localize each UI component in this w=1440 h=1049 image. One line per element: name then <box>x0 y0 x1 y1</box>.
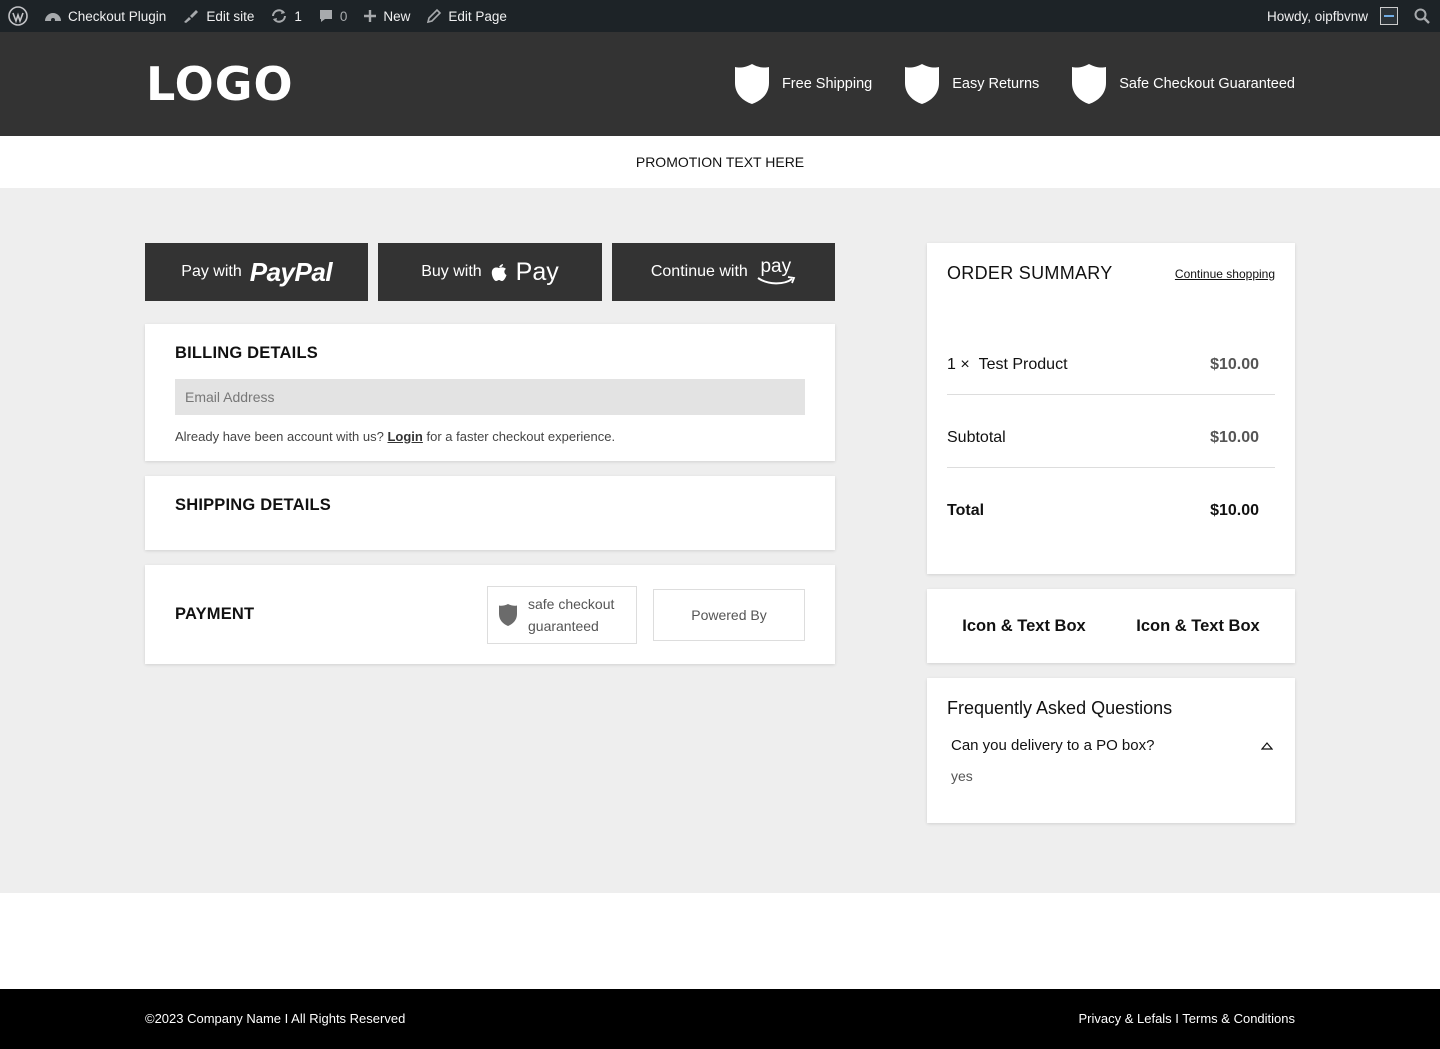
item-name: Test Product <box>978 356 1068 373</box>
item-price: $10.00 <box>1210 356 1259 373</box>
paypal-button[interactable]: Pay with PayPal <box>145 243 369 301</box>
my-account-menu[interactable]: Howdy, oipfbvnw <box>1259 0 1406 32</box>
billing-details-card: BILLING DETAILS Already have been accoun… <box>145 324 835 461</box>
total-label: Total <box>947 502 985 519</box>
shield-icon <box>499 603 517 626</box>
updates-menu[interactable]: 1 <box>262 0 310 32</box>
icon-text-box-2: Icon & Text Box <box>1136 616 1260 635</box>
login-note-before: Already have been account with us? <box>175 429 384 444</box>
updates-icon <box>272 9 287 23</box>
order-summary-card: ORDER SUMMARY Continue shopping 1 × Test… <box>927 243 1295 574</box>
cart-line-item: 1 × Test Product $10.00 <box>947 356 1275 395</box>
feature-safe-checkout: Safe Checkout Guaranteed <box>1071 63 1295 105</box>
feature-label: Easy Returns <box>952 76 1040 92</box>
paypal-logo: PayPal <box>249 256 333 287</box>
admin-bar: Checkout Plugin Edit site 1 0 New Edit P… <box>0 0 1440 32</box>
apple-pay-prefix: Buy with <box>421 263 482 280</box>
shipping-details-card: SHIPPING DETAILS <box>145 476 835 550</box>
express-checkout: Pay with PayPal Buy with Pay Continue wi… <box>145 243 835 301</box>
header-features: Free Shipping Easy Returns Safe Checkout… <box>702 62 1295 106</box>
shield-icon <box>734 64 769 104</box>
shipping-title: SHIPPING DETAILS <box>175 496 331 514</box>
feature-label: Free Shipping <box>781 76 873 92</box>
safe-line-1: safe checkout <box>528 595 615 612</box>
dashboard-icon <box>45 13 61 22</box>
avatar <box>1380 7 1398 25</box>
amazon-pay-button[interactable]: Continue with pay <box>611 243 835 301</box>
safe-checkout-badge: safe checkout guaranteed <box>487 585 637 644</box>
pencil-icon <box>427 8 442 24</box>
updates-count: 1 <box>294 8 302 24</box>
faq-card: Frequently Asked Questions Can you deliv… <box>927 678 1295 823</box>
comments-count: 0 <box>339 8 348 24</box>
email-input[interactable] <box>175 379 805 415</box>
faq-title: Frequently Asked Questions <box>947 698 1173 718</box>
subtotal-row: Subtotal $10.00 <box>947 429 1275 468</box>
powered-by-badge: Powered By <box>653 588 805 641</box>
edit-page-label: Edit Page <box>448 8 507 24</box>
apple-pay-logo: Pay <box>515 257 559 286</box>
order-summary-title: ORDER SUMMARY <box>947 263 1113 283</box>
site-logo[interactable]: LOGO <box>146 60 294 108</box>
subtotal-label: Subtotal <box>947 429 1006 446</box>
feature-easy-returns: Easy Returns <box>904 63 1039 105</box>
new-label: New <box>383 8 411 24</box>
safe-line-2: guaranteed <box>528 617 599 634</box>
total-row: Total $10.00 <box>947 502 1275 520</box>
login-note-after: for a faster checkout experience. <box>426 429 616 444</box>
apple-icon <box>491 264 507 281</box>
paypal-prefix: Pay with <box>181 263 242 280</box>
chevron-up-icon <box>1261 741 1273 750</box>
site-name-menu[interactable]: Checkout Plugin <box>36 0 174 32</box>
login-note: Already have been account with us? Login… <box>175 429 805 444</box>
item-quantity: 1 × <box>947 356 970 373</box>
feature-label: Safe Checkout Guaranteed <box>1119 76 1295 92</box>
search-icon <box>1414 8 1430 24</box>
copyright-text: ©2023 Company Name I All Rights Reserved <box>145 1011 406 1026</box>
feature-free-shipping: Free Shipping <box>734 63 872 105</box>
payment-title: PAYMENT <box>175 605 255 623</box>
faq-question: Can you delivery to a PO box? <box>951 737 1155 754</box>
site-name-label: Checkout Plugin <box>68 8 167 24</box>
footer-links[interactable]: Privacy & Lefals I Terms & Conditions <box>1078 1011 1295 1026</box>
edit-site-label: Edit site <box>206 8 255 24</box>
amazon-smile-icon <box>757 276 796 285</box>
shield-icon <box>905 64 940 104</box>
footer-spacer <box>0 893 1440 989</box>
total-value: $10.00 <box>1210 502 1259 519</box>
icon-text-boxes: Icon & Text Box Icon & Text Box <box>927 589 1295 663</box>
edit-site-menu[interactable]: Edit site <box>174 0 262 32</box>
site-footer: ©2023 Company Name I All Rights Reserved… <box>0 989 1440 1049</box>
edit-page-menu[interactable]: Edit Page <box>418 0 515 32</box>
howdy-label: Howdy, oipfbvnw <box>1266 8 1368 24</box>
amazon-pay-prefix: Continue with <box>650 263 748 280</box>
shield-icon <box>1072 64 1107 104</box>
promotion-bar: PROMOTION TEXT HERE <box>0 136 1440 188</box>
icon-text-box-1: Icon & Text Box <box>962 616 1086 635</box>
apple-pay-button[interactable]: Buy with Pay <box>378 243 602 301</box>
amazon-pay-text: pay <box>760 256 792 277</box>
faq-answer: yes <box>951 768 973 784</box>
new-content-menu[interactable]: New <box>355 0 418 32</box>
admin-search[interactable] <box>1406 0 1440 32</box>
comments-menu[interactable]: 0 <box>310 0 356 32</box>
subtotal-value: $10.00 <box>1210 429 1259 446</box>
amazon-pay-logo: pay <box>756 256 796 286</box>
continue-shopping-link[interactable]: Continue shopping <box>1175 267 1275 281</box>
site-header: LOGO Free Shipping Easy Returns Safe Che… <box>0 32 1440 136</box>
wordpress-logo-icon[interactable] <box>0 0 36 32</box>
payment-card: PAYMENT safe checkout guaranteed Powered… <box>145 565 835 664</box>
faq-question-toggle[interactable]: Can you delivery to a PO box? <box>947 737 1275 754</box>
login-link[interactable]: Login <box>387 429 422 444</box>
plus-icon <box>364 10 377 22</box>
brush-icon <box>184 10 199 23</box>
comment-icon <box>319 10 332 22</box>
billing-title: BILLING DETAILS <box>175 344 318 362</box>
